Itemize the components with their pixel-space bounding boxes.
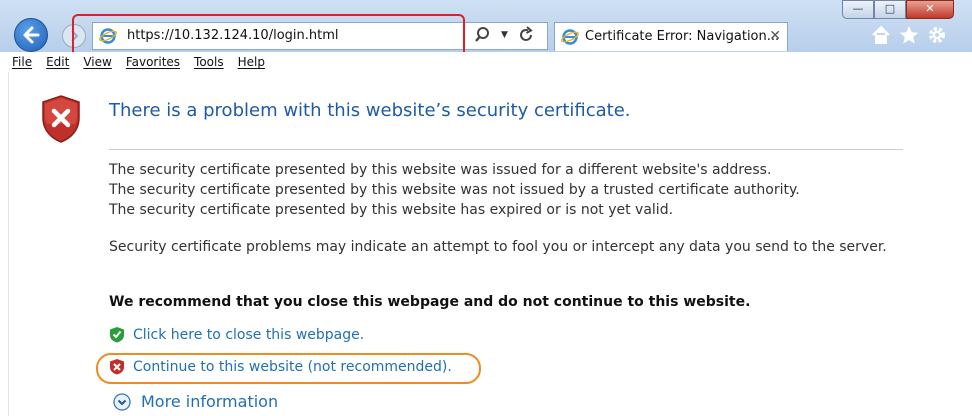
green-shield-icon — [110, 327, 124, 343]
certificate-error-page: There is a problem with this website’s s… — [8, 72, 972, 416]
menu-help[interactable]: Help — [238, 52, 265, 72]
browser-toolbar: — □ ✕ https://10.132.124.10/login.html ▼… — [0, 0, 972, 60]
more-information-toggle[interactable]: More information — [113, 392, 278, 411]
refresh-icon[interactable] — [517, 26, 535, 48]
recommendation-text: We recommend that you close this webpage… — [109, 294, 751, 310]
favorites-star-icon[interactable] — [898, 24, 920, 50]
home-icon[interactable] — [870, 24, 892, 50]
error-shield-icon — [39, 94, 83, 148]
gear-icon[interactable] — [926, 24, 948, 50]
menu-file[interactable]: File — [12, 52, 32, 72]
menu-tools[interactable]: Tools — [194, 52, 224, 72]
toolbar-icons — [870, 24, 948, 50]
tab-certificate-error[interactable]: Certificate Error: Navigation... ✕ — [554, 22, 788, 51]
tab-title: Certificate Error: Navigation... — [585, 29, 780, 44]
arrow-left-icon — [23, 26, 40, 44]
minimize-button[interactable]: — — [842, 0, 874, 19]
more-information-label[interactable]: More information — [141, 392, 278, 411]
window-controls: — □ ✕ — [842, 0, 954, 19]
reason-text: The security certificate presented by th… — [109, 202, 674, 218]
menu-favorites[interactable]: Favorites — [126, 52, 180, 72]
search-icon[interactable] — [475, 26, 493, 48]
chevron-down-icon[interactable]: ▼ — [501, 30, 508, 40]
ie-logo-icon — [561, 28, 579, 50]
continue-highlight-annotation — [96, 353, 481, 384]
warning-text: Security certificate problems may indica… — [109, 239, 887, 255]
reason-text: The security certificate presented by th… — [109, 162, 772, 178]
close-window-button[interactable]: ✕ — [906, 0, 954, 19]
reason-text: The security certificate presented by th… — [109, 182, 800, 198]
close-page-link-row[interactable]: Click here to close this webpage. — [109, 326, 364, 343]
close-tab-icon[interactable]: ✕ — [769, 28, 781, 44]
expand-chevron-icon — [113, 392, 131, 411]
menu-edit[interactable]: Edit — [46, 52, 69, 72]
page-title: There is a problem with this website’s s… — [109, 100, 631, 121]
menu-view[interactable]: View — [83, 52, 111, 72]
back-button[interactable] — [14, 18, 48, 52]
maximize-button[interactable]: □ — [874, 0, 906, 19]
divider — [109, 149, 903, 150]
close-page-link[interactable]: Click here to close this webpage. — [133, 327, 364, 343]
menu-bar: File Edit View Favorites Tools Help — [12, 52, 972, 72]
